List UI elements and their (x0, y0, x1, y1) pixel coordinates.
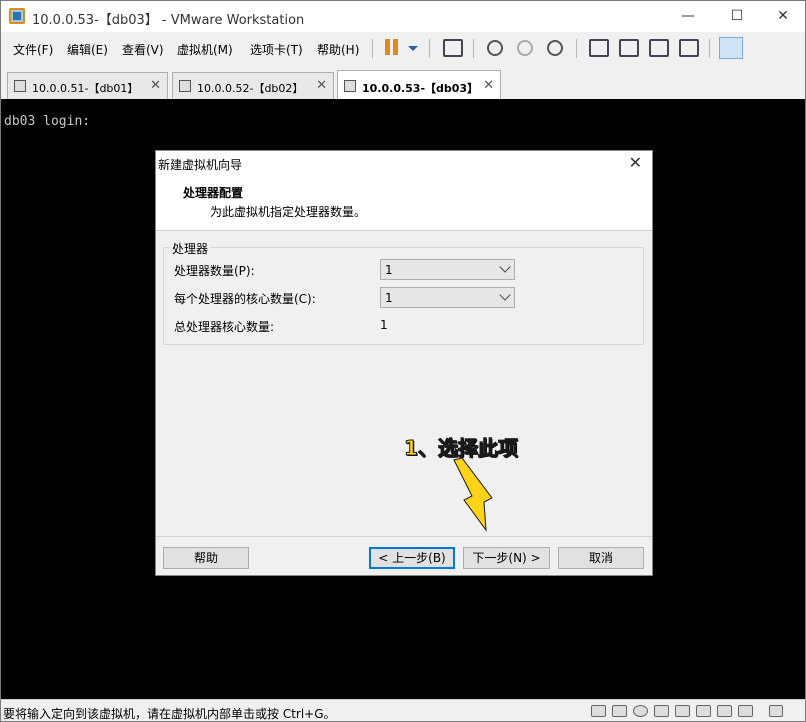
vm-tab-icon (344, 80, 356, 92)
toolbar-separator (372, 39, 373, 58)
total-cores-label: 总处理器核心数量: (174, 320, 275, 334)
tab-label: 10.0.0.52-【db02】 (197, 82, 304, 95)
revert-snapshot-icon[interactable] (517, 40, 533, 56)
usb-icon[interactable] (675, 705, 690, 717)
console-login-prompt: db03 login: (4, 114, 91, 129)
vm-tab-icon (14, 80, 26, 92)
tab-close-icon[interactable]: ✕ (316, 78, 327, 93)
total-cores-value: 1 (380, 318, 388, 332)
dialog-title: 新建虚拟机向导 (158, 158, 243, 172)
title-bar: 10.0.0.53-【db03】 - VMware Workstation — … (0, 0, 806, 32)
snapshot-manager-icon[interactable] (547, 40, 563, 56)
menu-tabs[interactable]: 选项卡(T) (250, 41, 303, 58)
maximize-button[interactable]: ☐ (714, 1, 760, 32)
chevron-down-icon (499, 261, 511, 273)
tab-close-icon[interactable]: ✕ (150, 78, 161, 93)
close-window-button[interactable]: ✕ (760, 1, 806, 32)
toolbar-separator (709, 39, 710, 58)
toolbar-separator (429, 39, 430, 58)
annotation-arrow-icon (453, 457, 493, 532)
network-icon[interactable] (654, 705, 669, 717)
dialog-close-button[interactable]: ✕ (629, 153, 642, 172)
console-view-icon[interactable] (719, 37, 743, 59)
tab-label: 10.0.0.51-【db01】 (32, 82, 139, 95)
tab-label: 10.0.0.53-【db03】 (362, 82, 479, 95)
toolbar-separator (576, 39, 577, 58)
menu-toolbar: 文件(F) 编辑(E) 查看(V) 虚拟机(M) 选项卡(T) 帮助(H) (0, 32, 806, 64)
page-subtitle: 为此虚拟机指定处理器数量。 (210, 205, 367, 219)
tab-bar: 10.0.0.51-【db01】 ✕ 10.0.0.52-【db02】 ✕ 10… (0, 64, 806, 99)
dialog-divider (156, 536, 652, 537)
menu-vm[interactable]: 虚拟机(M) (177, 41, 233, 58)
display-icon[interactable] (738, 705, 753, 717)
group-label: 处理器 (170, 240, 211, 257)
new-vm-wizard-dialog: 新建虚拟机向导 ✕ 处理器配置 为此虚拟机指定处理器数量。 处理器 处理器数量(… (155, 150, 653, 576)
menu-view[interactable]: 查看(V) (122, 41, 164, 58)
menu-file[interactable]: 文件(F) (13, 41, 53, 58)
show-library-icon[interactable] (589, 39, 609, 57)
back-button[interactable]: < 上一步(B) (369, 547, 455, 569)
processor-count-value: 1 (385, 263, 393, 277)
help-button[interactable]: 帮助 (163, 547, 249, 569)
menu-help[interactable]: 帮助(H) (317, 41, 359, 58)
printer-icon[interactable] (696, 705, 711, 717)
next-button[interactable]: 下一步(N) > (463, 547, 550, 569)
snapshot-icon[interactable] (487, 40, 503, 56)
processor-count-label: 处理器数量(P): (174, 264, 255, 278)
tab-db01[interactable]: 10.0.0.51-【db01】 ✕ (7, 72, 168, 99)
tab-close-icon[interactable]: ✕ (483, 78, 494, 93)
chevron-down-icon (499, 289, 511, 301)
cores-per-processor-value: 1 (385, 291, 393, 305)
cancel-button[interactable]: 取消 (558, 547, 644, 569)
toolbar-separator (473, 39, 474, 58)
pause-icon[interactable] (382, 39, 402, 57)
message-icon[interactable] (769, 705, 783, 717)
dialog-header: 新建虚拟机向导 ✕ 处理器配置 为此虚拟机指定处理器数量。 (156, 151, 652, 231)
window-title: 10.0.0.53-【db03】 - VMware Workstation (32, 13, 305, 28)
full-screen-icon[interactable] (649, 39, 669, 57)
floppy-icon[interactable] (633, 705, 648, 717)
vmware-app-icon (9, 8, 25, 24)
cores-per-processor-label: 每个处理器的核心数量(C): (174, 292, 316, 306)
page-title: 处理器配置 (183, 186, 244, 200)
tab-db03[interactable]: 10.0.0.53-【db03】 ✕ (337, 70, 501, 99)
hard-disk-icon[interactable] (591, 705, 606, 717)
menu-edit[interactable]: 编辑(E) (67, 41, 108, 58)
power-dropdown-icon[interactable] (408, 46, 418, 51)
unity-icon[interactable] (679, 39, 699, 57)
processor-group: 处理器 处理器数量(P): 1 每个处理器的核心数量(C): 1 总处理器核心数… (163, 240, 644, 345)
processor-count-select[interactable]: 1 (380, 259, 515, 280)
cores-per-processor-select[interactable]: 1 (380, 287, 515, 308)
thumbnail-bar-icon[interactable] (619, 39, 639, 57)
tab-db02[interactable]: 10.0.0.52-【db02】 ✕ (172, 72, 334, 99)
send-ctrl-alt-del-icon[interactable] (443, 39, 463, 57)
cd-dvd-icon[interactable] (612, 705, 627, 717)
vm-tab-icon (179, 80, 191, 92)
status-bar: 要将输入定向到该虚拟机，请在虚拟机内部单击或按 Ctrl+G。 (0, 699, 806, 722)
status-message: 要将输入定向到该虚拟机，请在虚拟机内部单击或按 Ctrl+G。 (3, 707, 336, 721)
minimize-button[interactable]: — (665, 1, 711, 32)
sound-icon[interactable] (717, 705, 732, 717)
